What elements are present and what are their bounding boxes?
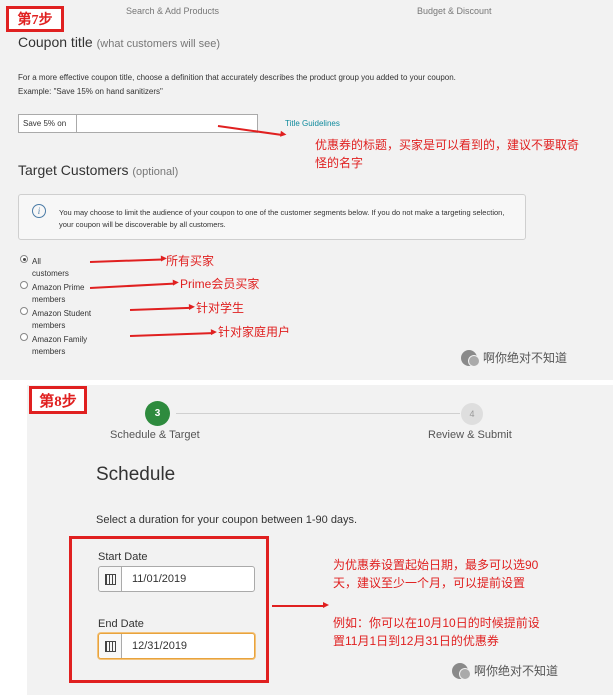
- target-option-family-label: Amazon Family members: [32, 335, 88, 356]
- wechat-icon: [452, 662, 471, 680]
- step-3-label: Schedule & Target: [110, 429, 200, 441]
- calendar-icon: [104, 573, 116, 585]
- watermark: 啊你绝对不知道: [452, 662, 559, 680]
- radio-all-customers[interactable]: [20, 255, 28, 263]
- wechat-icon: [461, 349, 480, 367]
- coupon-title-annotation-line1: 优惠券的标题，买家是可以看到的，建议不要取奇: [315, 138, 580, 152]
- coupon-title-annotation-line2: 怪的名字: [315, 156, 364, 170]
- target-option-all-label: All customers: [32, 257, 69, 278]
- radio-amazon-prime[interactable]: [20, 281, 28, 289]
- step7-label: 第7步: [6, 6, 64, 32]
- progress-step-budget-discount: Budget & Discount: [417, 6, 492, 16]
- info-icon: i: [32, 204, 46, 218]
- coupon-title-prefix: Save 5% on: [23, 119, 67, 128]
- title-guidelines-link[interactable]: Title Guidelines: [285, 119, 340, 128]
- start-date-input[interactable]: [130, 572, 254, 586]
- target-option-student-label: Amazon Student members: [32, 309, 92, 330]
- watermark-text: 啊你绝对不知道: [474, 664, 559, 678]
- schedule-description: Select a duration for your coupon betwee…: [96, 514, 358, 526]
- start-date-field: [98, 566, 255, 592]
- radio-amazon-student[interactable]: [20, 307, 28, 315]
- schedule-annotation-line3: 例如：你可以在10月10日的时候提前设: [333, 616, 540, 630]
- coupon-title-heading: Coupon title (what customers will see): [18, 34, 221, 50]
- target-prime-note: Prime会员买家: [180, 277, 260, 291]
- progress-step-search-add: Search & Add Products: [126, 6, 220, 16]
- watermark-text: 啊你绝对不知道: [483, 351, 568, 365]
- coupon-title-example: Example: "Save 15% on hand sanitizers": [18, 87, 163, 96]
- schedule-annotation-line1: 为优惠券设置起始日期，最多可以选90: [333, 558, 539, 572]
- target-customers-heading: Target Customers (optional): [18, 162, 179, 178]
- step-3-circle: 3: [145, 401, 170, 426]
- start-date-calendar-button[interactable]: [99, 567, 122, 591]
- radio-amazon-family[interactable]: [20, 333, 28, 341]
- target-option-prime-label: Amazon Prime members: [32, 283, 85, 304]
- target-all-note: 所有买家: [166, 254, 215, 268]
- start-date-label: Start Date: [98, 551, 148, 563]
- coupon-title-heading-note: (what customers will see): [96, 38, 221, 50]
- target-customers-heading-note: (optional): [132, 166, 179, 178]
- step-4-circle: 4: [461, 403, 483, 425]
- end-date-input[interactable]: [130, 639, 254, 653]
- schedule-annotation-line2: 天，建议至少一个月，可以提前设置: [333, 576, 526, 590]
- targeting-info-text: You may choose to limit the audience of …: [59, 208, 505, 229]
- coupon-title-description: For a more effective coupon title, choos…: [18, 73, 456, 82]
- watermark: 啊你绝对不知道: [461, 349, 568, 367]
- schedule-heading: Schedule: [96, 464, 176, 485]
- end-date-field: [98, 633, 255, 659]
- targeting-info-box: i You may choose to limit the audience o…: [18, 194, 526, 240]
- schedule-annotation-line4: 置11月1日到12月31日的优惠券: [333, 634, 499, 648]
- step-4-label: Review & Submit: [428, 429, 512, 441]
- calendar-icon: [104, 640, 116, 652]
- end-date-calendar-button[interactable]: [99, 634, 122, 658]
- stepper-line: [176, 413, 460, 414]
- step8-label: 第8步: [29, 386, 87, 414]
- coupon-title-field: Save 5% on: [18, 114, 258, 133]
- end-date-label: End Date: [98, 618, 144, 630]
- coupon-title-input[interactable]: [78, 116, 258, 133]
- annotation-arrow: [272, 602, 329, 608]
- target-family-note: 针对家庭用户: [218, 325, 291, 339]
- target-student-note: 针对学生: [196, 301, 245, 315]
- coupon-title-divider: [76, 115, 77, 132]
